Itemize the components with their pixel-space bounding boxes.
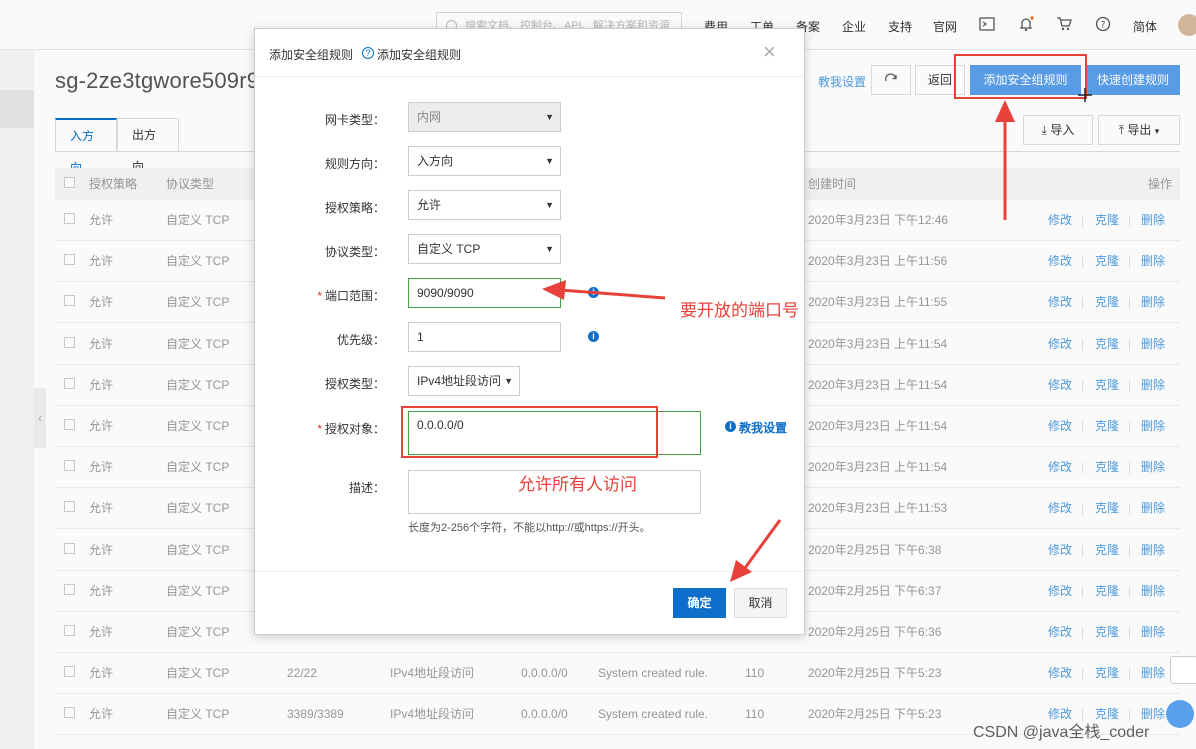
watermark: CSDN @java全栈_coder — [973, 724, 1150, 741]
arrow-to-port — [559, 288, 666, 300]
feedback-icon[interactable] — [1170, 656, 1196, 684]
arrow-head — [542, 280, 566, 300]
annotation-arrows — [542, 88, 1092, 582]
mouse-cursor-icon — [1078, 88, 1092, 102]
arrow-to-confirm — [743, 519, 782, 569]
arrow-head — [995, 100, 1015, 122]
grid-app-icon[interactable] — [1166, 700, 1194, 728]
